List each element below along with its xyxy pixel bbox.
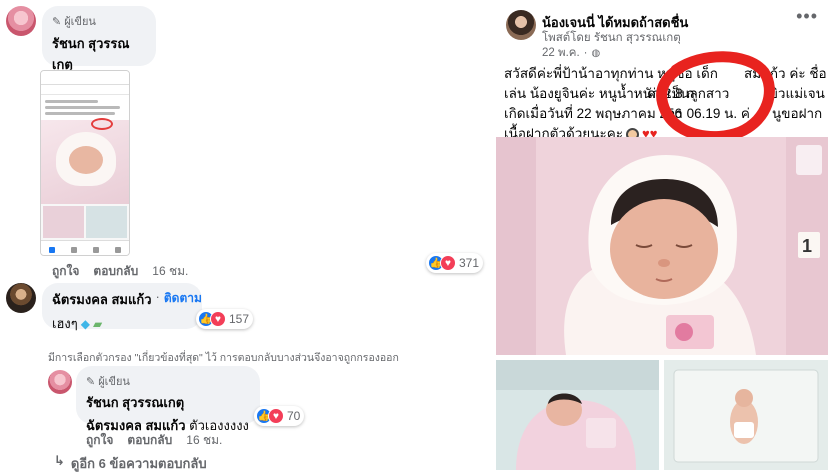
mini-baby-photo xyxy=(41,118,129,204)
mini-bottom-bar xyxy=(41,240,129,255)
reaction-count: 70 xyxy=(287,409,301,423)
mini-annotation-circle xyxy=(91,118,113,130)
comment-author[interactable]: รัชนก สุวรรณเกตุ xyxy=(86,392,250,413)
reaction-summary[interactable]: 👍 ♥ 157 xyxy=(196,309,254,329)
like-action[interactable]: ถูกใจ xyxy=(86,431,113,450)
gem-emoji: ◆ xyxy=(80,316,90,331)
comment-time[interactable]: 16 ชม. xyxy=(152,262,188,281)
comment-time[interactable]: 16 ชม. xyxy=(186,431,222,450)
filter-notice: มีการเลือกตัวกรอง "เกี่ยวข้องที่สุด" ไว้… xyxy=(48,352,399,364)
reaction-count: 371 xyxy=(459,256,480,270)
author-avatar[interactable] xyxy=(48,370,72,394)
mini-tabs xyxy=(41,85,129,95)
reply-action[interactable]: ตอบกลับ xyxy=(127,431,172,450)
love-reaction-icon: ♥ xyxy=(440,255,456,271)
reaction-count: 157 xyxy=(229,312,250,326)
pencil-icon: ✎ xyxy=(86,375,96,388)
mini-thumbnails xyxy=(41,204,129,240)
svg-text:1: 1 xyxy=(802,236,812,256)
author-badge: ✎ ผู้เขียน xyxy=(86,375,130,389)
love-reaction-icon: ♥ xyxy=(268,408,284,424)
globe-icon: ◍ xyxy=(591,47,601,59)
reply-bubble: ✎ ผู้เขียน รัชนก สุวรรณเกตุ ฉัตรมงคล สมแ… xyxy=(76,366,260,433)
comment-body: เฮงๆ ◆ ▰ xyxy=(52,313,192,334)
comment-text: เฮงๆ xyxy=(52,316,78,331)
comment-actions: ถูกใจ ตอบกลับ 16 ชม. xyxy=(86,431,222,450)
reaction-summary[interactable]: 👍 ♥ 70 xyxy=(254,406,305,426)
comment-author[interactable]: รัชนก สุวรรณเกตุ xyxy=(52,33,146,75)
page-avatar[interactable] xyxy=(506,10,536,40)
comment-actions: ถูกใจ ตอบกลับ 16 ชม. xyxy=(52,262,188,281)
pencil-icon: ✎ xyxy=(52,15,62,28)
post-photo-thumb-1[interactable] xyxy=(496,360,659,470)
follow-button[interactable]: ติดตาม xyxy=(164,289,202,310)
more-options-icon[interactable]: ••• xyxy=(796,6,818,27)
love-reaction-icon: ♥ xyxy=(210,311,226,327)
facebook-post: น้องเจนนี่ ได้หมดถ้าสดชื่น โพสต์โดย รัชน… xyxy=(496,0,828,475)
money-emoji: ▰ xyxy=(92,316,103,331)
annotation-circle xyxy=(656,51,775,143)
like-action[interactable]: ถูกใจ xyxy=(52,262,79,281)
mini-post-text xyxy=(41,95,129,120)
reaction-summary[interactable]: 👍 ♥ 371 xyxy=(426,253,484,273)
view-more-replies[interactable]: ↳ ดูอีก 6 ข้อความตอบกลับ xyxy=(54,453,207,474)
comment-bubble: ฉัตรมงคล สมแก้ว · ติดตาม เฮงๆ ◆ ▰ xyxy=(42,283,202,331)
author-avatar[interactable] xyxy=(6,6,36,36)
baby-photo-illustration: 1 xyxy=(496,137,828,355)
reply-action[interactable]: ตอบกลับ xyxy=(93,262,138,281)
comment-bubble: ✎ ผู้เขียน รัชนก สุวรรณเกตุ ยูจิน xyxy=(42,6,156,95)
reply-arrow-icon: ↳ xyxy=(54,453,65,468)
post-date[interactable]: 22 พ.ค. xyxy=(542,44,580,62)
post-meta: 22 พ.ค. · ◍ xyxy=(542,44,600,62)
mini-header xyxy=(41,71,129,85)
post-photo-main[interactable]: 1 xyxy=(496,137,828,355)
comment-author[interactable]: ฉัตรมงคล สมแก้ว xyxy=(52,289,152,310)
author-badge: ✎ ผู้เขียน xyxy=(52,15,96,29)
comment-attached-image[interactable] xyxy=(40,70,130,256)
post-photo-thumb-2[interactable] xyxy=(664,360,828,470)
commenter-avatar[interactable] xyxy=(6,283,36,313)
